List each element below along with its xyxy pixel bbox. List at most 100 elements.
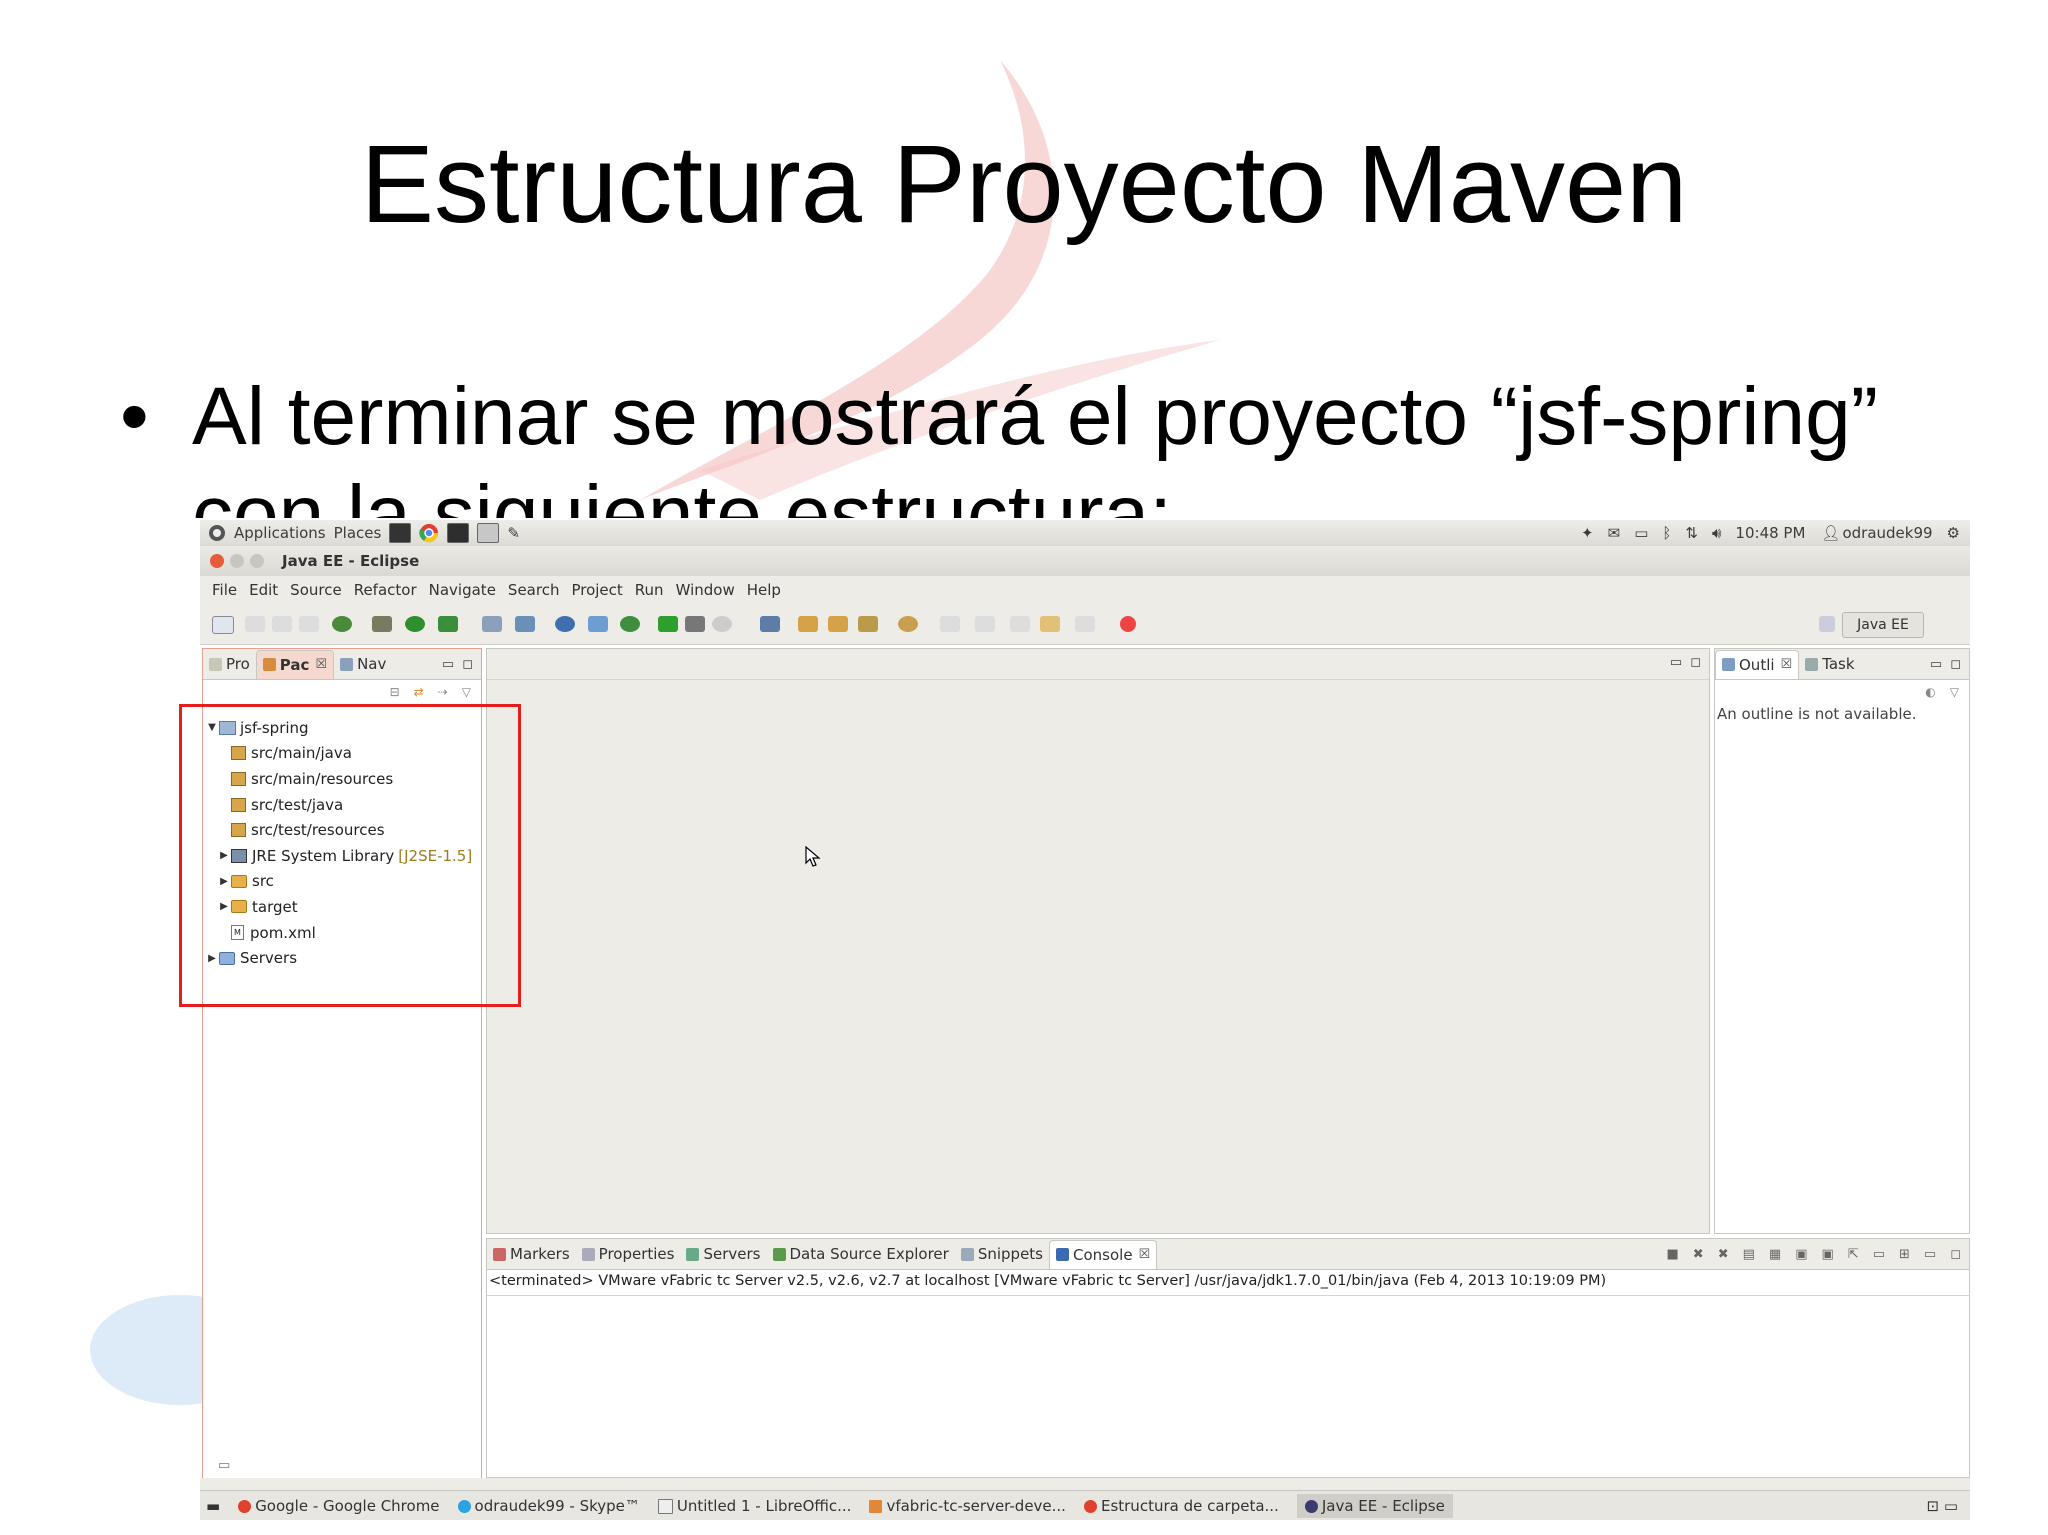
start-server-icon[interactable]: [658, 616, 678, 632]
new-project-icon[interactable]: [482, 616, 502, 632]
close-window-button[interactable]: [210, 554, 224, 568]
taskbar-skype[interactable]: odraudek99 - Skype™: [457, 1497, 640, 1515]
collapse-all-icon[interactable]: ⊟: [390, 685, 400, 699]
stop-server-icon[interactable]: [712, 616, 732, 632]
pin-console-icon[interactable]: ▣: [1822, 1247, 1834, 1262]
tab-navigator[interactable]: Nav: [334, 650, 392, 678]
server-icon[interactable]: [332, 616, 352, 632]
collapsed-arrow-icon[interactable]: ▶: [205, 953, 219, 964]
maximize-view-icon[interactable]: ◻: [462, 657, 473, 672]
battery-icon[interactable]: ▭: [1634, 524, 1648, 542]
run-icon[interactable]: [405, 616, 425, 632]
maximize-window-button[interactable]: [250, 554, 264, 568]
prev-annotation-icon[interactable]: [975, 616, 995, 632]
print-icon[interactable]: [299, 616, 319, 632]
chrome-launcher-icon[interactable]: [419, 523, 439, 543]
open-type-icon[interactable]: [588, 616, 608, 632]
drive-launcher-icon[interactable]: [477, 523, 500, 543]
search-icon[interactable]: [760, 616, 780, 632]
system-monitor-launcher-icon[interactable]: [447, 523, 470, 543]
menu-run[interactable]: Run: [635, 581, 664, 599]
view-menu-icon[interactable]: ▽: [1950, 685, 1959, 699]
debug-server-icon[interactable]: [685, 616, 705, 632]
external-tools-icon[interactable]: [438, 616, 458, 632]
menu-file[interactable]: File: [212, 581, 237, 599]
menu-window[interactable]: Window: [676, 581, 735, 599]
next-annotation-icon[interactable]: [940, 616, 960, 632]
menu-project[interactable]: Project: [571, 581, 622, 599]
new-console-icon[interactable]: ⊞: [1899, 1247, 1910, 1262]
tree-item-pom[interactable]: Mpom.xml: [205, 920, 472, 946]
maximize-view-icon[interactable]: ◻: [1950, 657, 1961, 672]
maximize-view-icon[interactable]: ◻: [1950, 1247, 1961, 1262]
dropbox-icon[interactable]: ✦: [1581, 524, 1594, 542]
menu-help[interactable]: Help: [747, 581, 781, 599]
clock[interactable]: 10:48 PM: [1735, 524, 1805, 542]
new-icon[interactable]: [212, 616, 234, 634]
display-console-icon[interactable]: ▭: [1873, 1247, 1885, 1262]
back-icon[interactable]: [1040, 616, 1060, 632]
collapsed-arrow-icon[interactable]: ▶: [217, 901, 231, 912]
tab-snippets[interactable]: Snippets: [955, 1240, 1049, 1268]
collapsed-arrow-icon[interactable]: ▶: [217, 850, 231, 861]
places-menu[interactable]: Places: [334, 524, 382, 542]
mail-icon[interactable]: ✉: [1608, 524, 1621, 542]
ubuntu-logo-icon[interactable]: [208, 524, 226, 542]
expanded-arrow-icon[interactable]: ▼: [205, 722, 219, 733]
progress-icon[interactable]: [1120, 616, 1136, 632]
session-gear-icon[interactable]: ⚙: [1947, 524, 1960, 542]
tree-item-jre-library[interactable]: ▶ JRE System Library [J2SE-1.5]: [205, 843, 472, 869]
menu-search[interactable]: Search: [508, 581, 560, 599]
tree-item-target[interactable]: ▶ target: [205, 894, 472, 920]
task-icon[interactable]: [898, 616, 918, 632]
save-icon[interactable]: [245, 616, 265, 632]
taskbar-estructura[interactable]: Estructura de carpeta...: [1083, 1497, 1279, 1515]
tab-task-list[interactable]: Task: [1799, 650, 1860, 678]
tab-package-explorer[interactable]: Pac ☒: [255, 649, 335, 679]
minimize-view-icon[interactable]: ▭: [1924, 1247, 1936, 1262]
close-tab-icon[interactable]: ☒: [1139, 1247, 1151, 1262]
last-edit-icon[interactable]: [1010, 616, 1030, 632]
edit-pen-icon[interactable]: [858, 616, 878, 632]
fast-view-icon[interactable]: ▭: [218, 1458, 230, 1473]
menu-edit[interactable]: Edit: [249, 581, 278, 599]
bluetooth-icon[interactable]: ᛒ: [1662, 524, 1671, 542]
workspace-switcher-icon[interactable]: ⊡ ▭: [1926, 1497, 1958, 1515]
minimize-view-icon[interactable]: ▭: [442, 657, 454, 672]
tree-item-src[interactable]: ▶ src: [205, 869, 472, 895]
collapsed-arrow-icon[interactable]: ▶: [217, 876, 231, 887]
web-browser-icon[interactable]: [555, 616, 575, 632]
menu-refactor[interactable]: Refactor: [354, 581, 417, 599]
link-editor-icon[interactable]: ⇄: [414, 685, 424, 699]
save-all-icon[interactable]: [272, 616, 292, 632]
tab-servers[interactable]: Servers: [680, 1240, 766, 1268]
open-console-icon[interactable]: ⇱: [1848, 1247, 1859, 1262]
tab-markers[interactable]: Markers: [487, 1240, 576, 1268]
terminate-icon[interactable]: ■: [1667, 1247, 1679, 1262]
tree-item-servers[interactable]: ▶ Servers: [205, 945, 472, 971]
remove-all-icon[interactable]: ✖: [1718, 1247, 1729, 1262]
maximize-editor-icon[interactable]: ◻: [1690, 655, 1701, 670]
tab-console[interactable]: Console ☒: [1049, 1239, 1158, 1269]
tree-item-src-main-java[interactable]: src/main/java: [205, 741, 472, 767]
menu-source[interactable]: Source: [290, 581, 342, 599]
remove-launch-icon[interactable]: ✖: [1693, 1247, 1704, 1262]
taskbar-vfabric-folder[interactable]: vfabric-tc-server-deve...: [869, 1497, 1066, 1515]
volume-icon[interactable]: 🔊︎: [1712, 524, 1721, 542]
menu-navigate[interactable]: Navigate: [429, 581, 496, 599]
show-on-output-icon[interactable]: ▣: [1795, 1247, 1807, 1262]
editor-launcher-icon[interactable]: ✎: [507, 524, 520, 542]
taskbar-libreoffice[interactable]: Untitled 1 - LibreOffic...: [657, 1497, 851, 1515]
tab-properties[interactable]: Properties: [576, 1240, 681, 1268]
close-tab-icon[interactable]: ☒: [1781, 657, 1793, 672]
open-folder-icon[interactable]: [798, 616, 818, 632]
java-ee-perspective-button[interactable]: Java EE: [1842, 612, 1924, 638]
minimize-view-icon[interactable]: ▭: [1930, 657, 1942, 672]
minimize-window-button[interactable]: [230, 554, 244, 568]
tree-item-src-main-resources[interactable]: src/main/resources: [205, 766, 472, 792]
terminal-launcher-icon[interactable]: [389, 523, 412, 543]
editor-area[interactable]: ▭ ◻: [486, 648, 1710, 1234]
forward-icon[interactable]: [1075, 616, 1095, 632]
user-name[interactable]: odraudek99: [1842, 524, 1932, 542]
show-desktop-icon[interactable]: ▬: [206, 1497, 220, 1515]
